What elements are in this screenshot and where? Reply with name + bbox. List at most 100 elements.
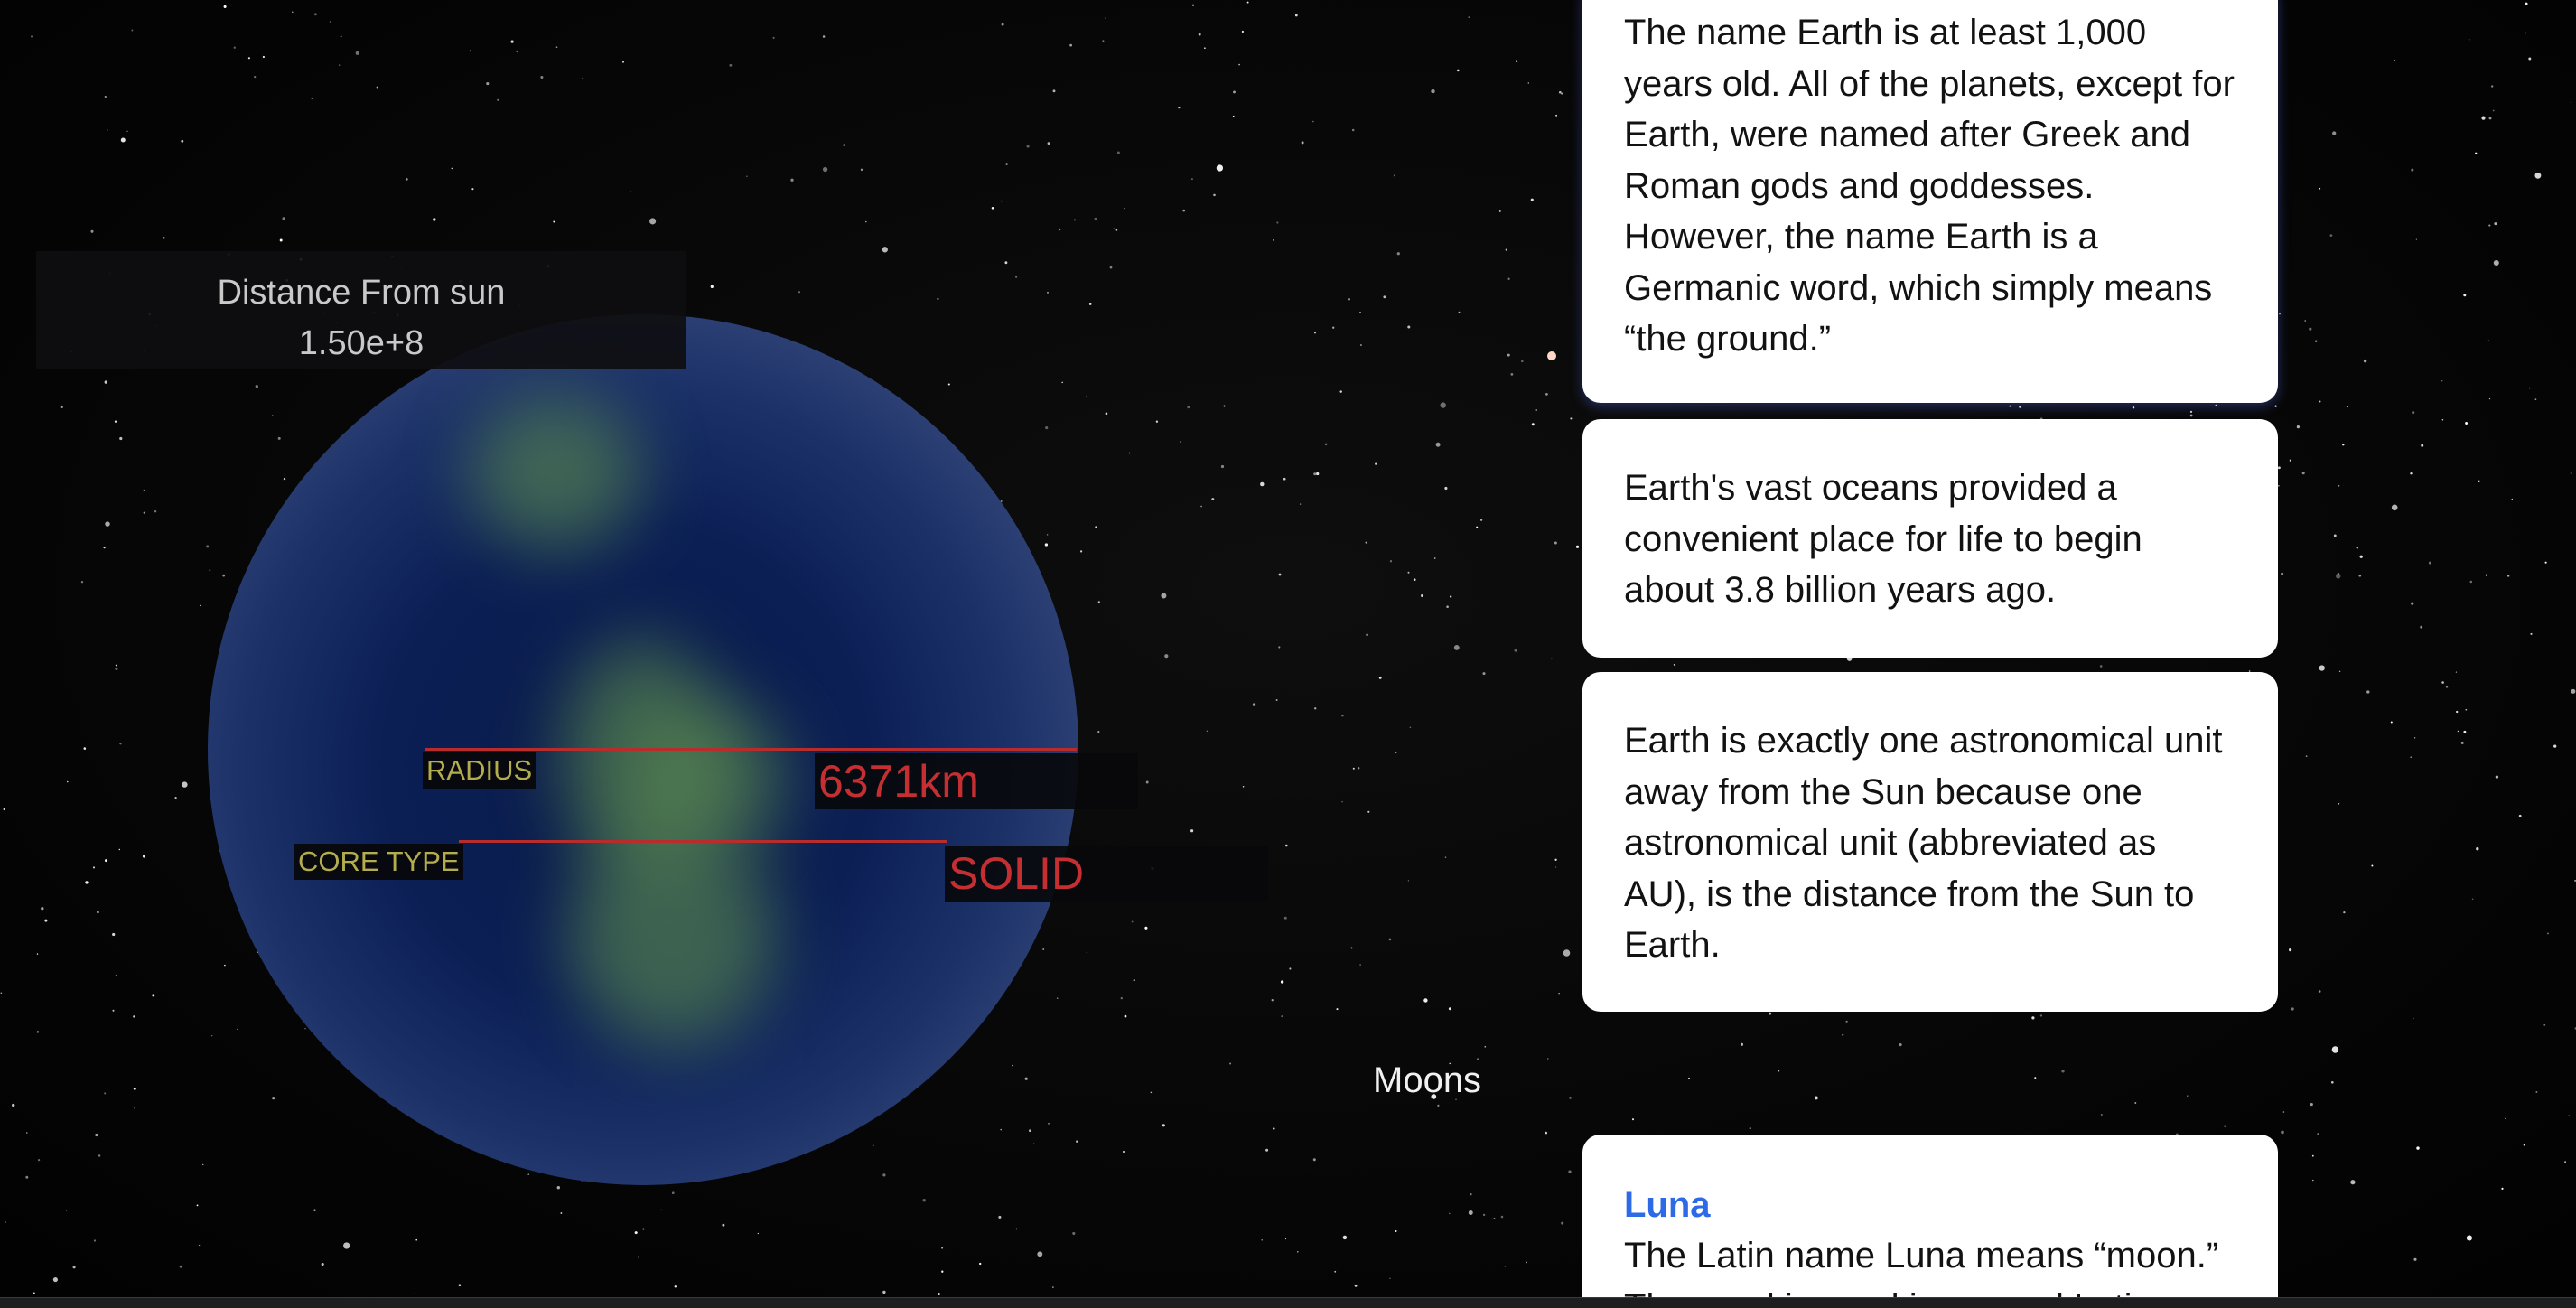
star	[2394, 60, 2395, 61]
star	[115, 975, 117, 976]
star	[1005, 164, 1008, 166]
star	[2319, 400, 2321, 403]
star	[1435, 442, 1441, 447]
star	[126, 130, 128, 133]
star	[1531, 423, 1535, 426]
star	[92, 866, 96, 869]
star	[1444, 486, 1448, 490]
star	[1431, 89, 1435, 94]
star	[338, 64, 341, 66]
star	[1004, 261, 1008, 265]
star	[198, 1244, 201, 1247]
star	[131, 29, 134, 32]
star	[822, 35, 826, 38]
star	[1365, 541, 1367, 544]
star	[104, 1092, 107, 1095]
star	[25, 1132, 28, 1134]
star	[2465, 422, 2469, 425]
star	[143, 511, 145, 514]
space-stage: Distance From sun 1.50e+8 RADIUS 6371km …	[0, 0, 2576, 1308]
star	[1105, 412, 1108, 416]
star	[1350, 947, 1353, 949]
star	[1413, 578, 1416, 582]
star	[5, 1221, 6, 1223]
star	[2318, 990, 2321, 993]
star	[1095, 526, 1097, 528]
star	[2525, 32, 2526, 34]
star	[451, 167, 453, 170]
star	[1012, 1064, 1013, 1067]
star	[2468, 38, 2470, 41]
star	[104, 380, 107, 384]
star	[469, 50, 471, 52]
star	[527, 1173, 530, 1176]
star	[2296, 425, 2301, 429]
star	[1191, 4, 1195, 6]
star	[2488, 224, 2491, 227]
star	[2274, 405, 2277, 407]
star	[1283, 477, 1286, 481]
star	[1313, 332, 1317, 334]
star	[1265, 1148, 1269, 1152]
star	[1515, 60, 1518, 62]
star	[2304, 320, 2306, 322]
star	[1530, 198, 1534, 201]
star	[233, 46, 236, 49]
star	[497, 98, 499, 101]
star	[1301, 141, 1304, 145]
star	[2469, 580, 2473, 584]
star	[1314, 707, 1317, 710]
star	[282, 217, 285, 220]
star	[1000, 1128, 1002, 1131]
star	[1280, 980, 1284, 984]
star	[2333, 534, 2337, 537]
star	[222, 574, 226, 577]
star	[2331, 1081, 2334, 1084]
star	[1348, 298, 1350, 301]
star	[1178, 106, 1181, 109]
star	[1570, 417, 1573, 420]
star	[143, 489, 145, 491]
star	[2528, 57, 2532, 61]
star	[2371, 864, 2374, 867]
star	[1312, 1158, 1316, 1162]
star	[2466, 1235, 2472, 1241]
star	[223, 5, 227, 8]
star	[2488, 117, 2492, 120]
star	[95, 1133, 98, 1137]
star	[1144, 926, 1148, 930]
star	[1498, 210, 1501, 212]
star	[1484, 1045, 1487, 1048]
star	[2289, 948, 2292, 952]
star	[860, 168, 863, 172]
star	[2525, 2, 2528, 5]
star	[1278, 646, 1281, 649]
star	[41, 907, 44, 911]
star	[2463, 294, 2467, 297]
moon-card[interactable]: Luna The Latin name Luna means “moon.” T…	[1582, 1135, 2278, 1308]
star	[622, 61, 624, 63]
star	[255, 385, 258, 388]
star	[3, 808, 5, 811]
star	[649, 218, 657, 225]
fact-card: Earth's vast oceans provided a convenien…	[1582, 419, 2278, 658]
star	[1242, 786, 1245, 788]
star	[415, 1238, 418, 1241]
star	[2494, 222, 2497, 226]
star	[1069, 43, 1073, 47]
star	[1367, 810, 1370, 813]
star	[1558, 992, 1560, 995]
star	[1213, 193, 1216, 197]
star	[1505, 248, 1507, 251]
star	[1015, 1228, 1018, 1230]
star	[941, 1247, 944, 1249]
star	[2421, 444, 2424, 447]
moon-name[interactable]: Luna	[1624, 1180, 2236, 1230]
star	[2356, 547, 2359, 549]
star	[471, 188, 474, 191]
star	[1124, 207, 1125, 210]
star	[1561, 1221, 1564, 1225]
star	[1233, 90, 1236, 94]
star	[1187, 406, 1190, 409]
star	[1150, 1091, 1153, 1094]
